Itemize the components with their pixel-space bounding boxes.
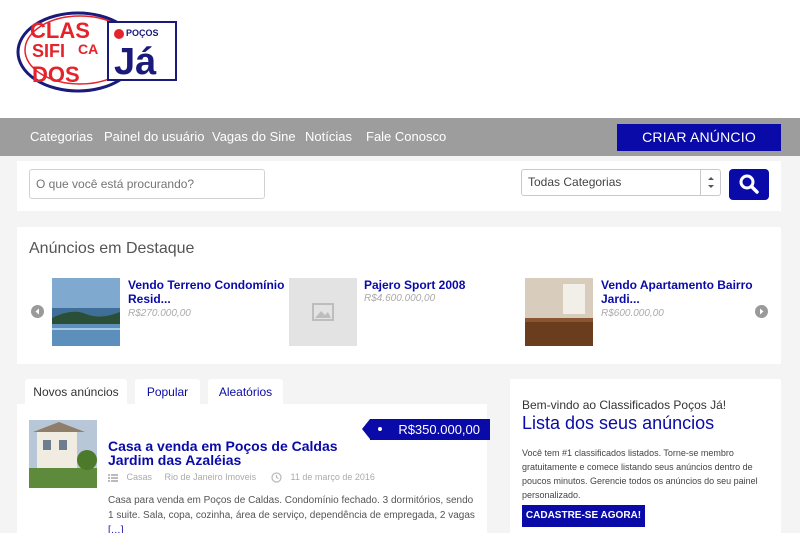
listing-location[interactable]: Rio de Janeiro Imoveis — [165, 472, 257, 482]
search-input[interactable] — [29, 169, 265, 199]
welcome-text: Bem-vindo ao Classificados Poços Já! — [522, 398, 727, 412]
carousel-next-icon[interactable] — [755, 305, 768, 318]
featured-card-image-1[interactable] — [52, 278, 120, 346]
featured-card-price-1: R$270.000,00 — [128, 308, 191, 319]
logo-brand-big: Já — [114, 41, 157, 83]
listing-price: R$350.000,00 — [398, 422, 480, 437]
site-header: CLAS SIFI CA DOS POÇOS Já — [0, 0, 800, 118]
price-dot-icon — [378, 427, 382, 431]
sidebar-description: Você tem #1 classificados listados. Torn… — [522, 448, 758, 500]
list-icon — [108, 473, 118, 482]
signup-button[interactable]: CADASTRE-SE AGORA! — [522, 505, 645, 527]
tab-novos-anuncios[interactable]: Novos anúncios — [25, 379, 127, 406]
category-select[interactable]: Todas Categorias — [521, 169, 721, 196]
featured-card-title-3[interactable]: Vendo Apartamento Bairro Jardi... — [601, 278, 753, 306]
tab-popular[interactable]: Popular — [135, 379, 200, 406]
listing-description: Casa para venda em Poços de Caldas. Cond… — [108, 493, 478, 533]
listing-category[interactable]: Casas — [127, 472, 153, 482]
logo-text-3: CA — [78, 41, 98, 57]
logo-brand-small: POÇOS — [126, 28, 159, 38]
search-panel: Todas Categorias — [17, 161, 781, 211]
nav-noticias[interactable]: Notícias — [305, 118, 352, 156]
site-logo[interactable]: CLAS SIFI CA DOS POÇOS Já — [16, 10, 192, 96]
carousel-prev-icon[interactable] — [31, 305, 44, 318]
welcome-sidebar: Bem-vindo ao Classificados Poços Já! Lis… — [510, 379, 781, 533]
nav-vagas-sine[interactable]: Vagas do Sine — [212, 118, 296, 156]
nav-painel-usuario[interactable]: Painel do usuário — [104, 118, 204, 156]
featured-card-price-2: R$4.600.000,00 — [364, 293, 436, 304]
logo-text-1: CLAS — [30, 18, 90, 43]
select-arrows-icon — [700, 170, 720, 195]
search-icon — [739, 174, 759, 194]
read-more-link[interactable]: […] — [108, 525, 124, 533]
featured-title: Anúncios em Destaque — [29, 240, 195, 257]
listing-date: 11 de março de 2016 — [290, 472, 375, 482]
logo-text-2: SIFI — [32, 41, 65, 61]
logo-text-4: DOS — [32, 62, 80, 87]
listing-date-meta: 11 de março de 2016 — [271, 472, 375, 483]
featured-card-price-3: R$600.000,00 — [601, 308, 664, 319]
featured-card-image-3[interactable] — [525, 278, 593, 346]
featured-card-title-1[interactable]: Vendo Terreno Condomínio Resid... — [128, 278, 284, 306]
nav-fale-conosco[interactable]: Fale Conosco — [366, 118, 446, 156]
listing-item: R$350.000,00 Casa a venda em Poços de Ca… — [17, 404, 490, 533]
featured-card-image-2[interactable] — [289, 278, 357, 346]
listing-image[interactable] — [29, 420, 97, 488]
clock-icon — [271, 472, 282, 483]
category-select-value: Todas Categorias — [528, 175, 622, 189]
listing-price-tag: R$350.000,00 — [362, 419, 490, 440]
search-button[interactable] — [729, 169, 769, 200]
featured-ads: Anúncios em Destaque Vendo Terreno Condo… — [17, 227, 781, 364]
nav-categorias[interactable]: Categorias — [30, 118, 93, 156]
create-ad-button[interactable]: CRIAR ANÚNCIO — [617, 124, 781, 151]
listing-category-meta: Casas Rio de Janeiro Imoveis — [108, 472, 256, 483]
sidebar-title: Lista dos seus anúncios — [522, 413, 715, 433]
placeholder-image-icon — [312, 303, 334, 321]
featured-card-title-2[interactable]: Pajero Sport 2008 — [364, 278, 465, 292]
listing-title[interactable]: Casa a venda em Poços de Caldas Jardim d… — [108, 439, 348, 467]
tab-aleatorios[interactable]: Aleatórios — [208, 379, 283, 406]
